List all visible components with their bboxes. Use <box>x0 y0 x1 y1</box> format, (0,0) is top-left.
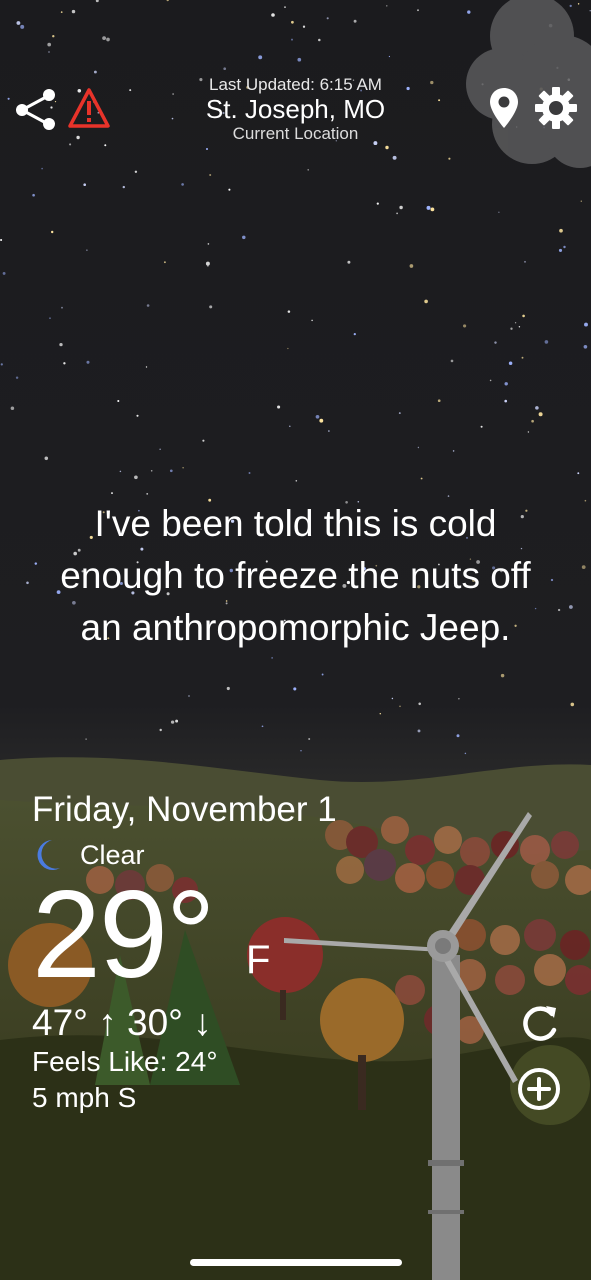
weather-screen: Last Updated: 6:15 AM St. Joseph, MO Cur… <box>0 0 591 1280</box>
refresh-icon[interactable] <box>516 1000 562 1046</box>
temperature-unit[interactable]: F <box>246 938 270 982</box>
plus-circle-icon[interactable] <box>516 1066 562 1112</box>
weather-quote: I've been told this is cold enough to fr… <box>60 503 531 648</box>
top-right-actions <box>488 86 578 130</box>
current-temperature: 29° <box>32 866 216 1004</box>
home-indicator[interactable] <box>190 1259 402 1266</box>
feels-like-text: Feels Like: 24° <box>32 1046 218 1077</box>
temperature-row: 29° F <box>32 873 337 997</box>
gear-icon[interactable] <box>534 86 578 130</box>
date-text: Friday, November 1 <box>32 790 337 829</box>
right-actions <box>516 1000 562 1112</box>
wind-text: 5 mph S <box>32 1082 137 1113</box>
high-low-temps: 47° ↑ 30° ↓ <box>32 1002 212 1043</box>
map-pin-icon[interactable] <box>488 86 520 130</box>
current-conditions: Friday, November 1 Clear 29° F 47° ↑ 30°… <box>32 788 337 1116</box>
